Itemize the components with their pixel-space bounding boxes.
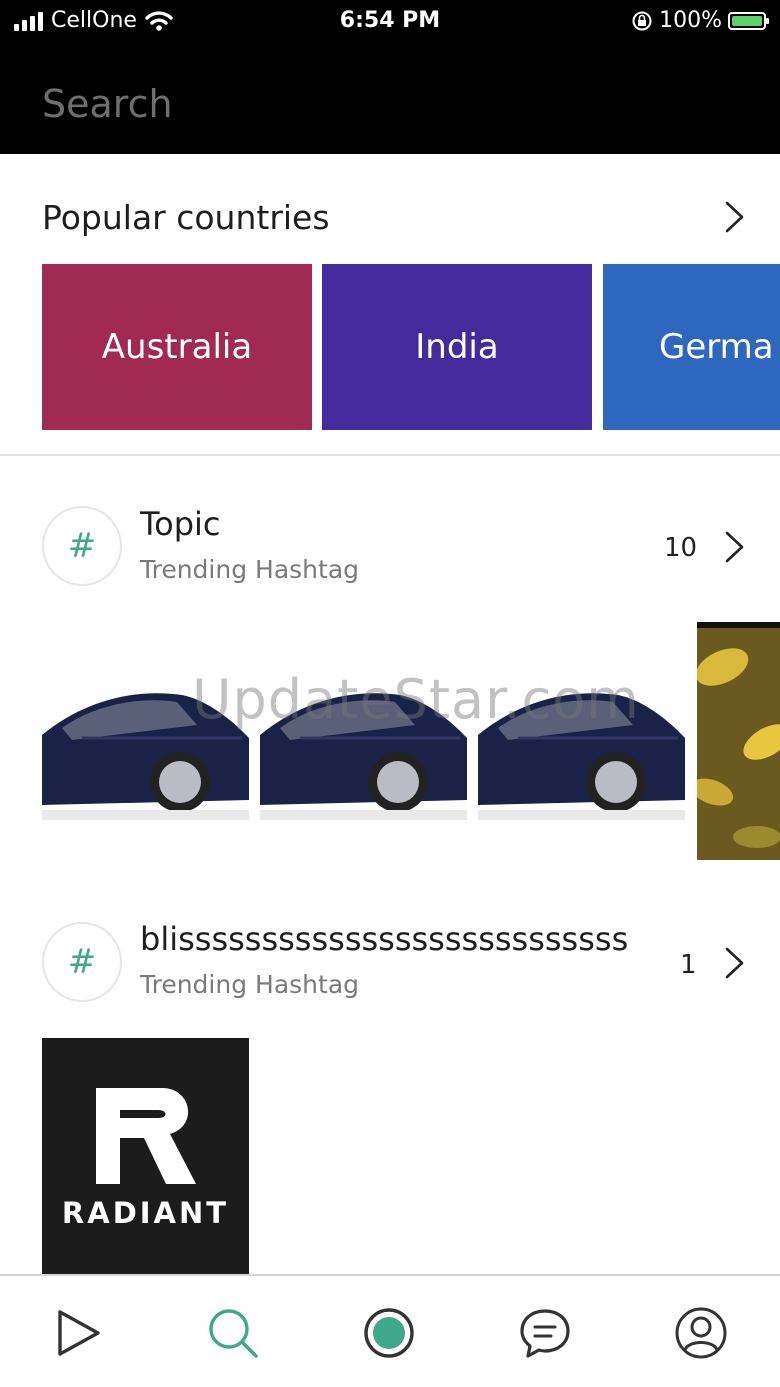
popular-countries-title: Popular countries xyxy=(42,198,330,237)
chat-icon[interactable] xyxy=(518,1306,572,1360)
radiant-logo-r xyxy=(96,1088,196,1184)
radiant-logo-text: RADIANT xyxy=(61,1196,230,1230)
record-icon[interactable] xyxy=(362,1306,416,1360)
hashtag-count: 1 xyxy=(680,950,697,980)
country-name: India xyxy=(415,327,499,367)
search-header: Search xyxy=(0,44,780,154)
battery-charging-icon xyxy=(728,11,769,30)
search-input[interactable]: Search xyxy=(42,82,173,126)
hashtag-name[interactable]: blisssssssssssssssssssssssssss xyxy=(140,920,628,958)
watermark-text: UpdateStar.com xyxy=(192,668,640,731)
radiant-logo-thumbnail[interactable]: RADIANT xyxy=(42,1038,249,1274)
leaves-thumbnail[interactable] xyxy=(697,622,780,860)
hashtag-icon: # xyxy=(42,506,122,586)
country-tile-india[interactable]: India xyxy=(322,264,592,430)
country-name: Australia xyxy=(101,327,253,367)
search-icon[interactable] xyxy=(206,1306,260,1360)
hashtag-name[interactable]: Topic xyxy=(140,505,220,543)
tab-bar xyxy=(0,1274,780,1387)
hashtag-count: 10 xyxy=(664,533,698,563)
battery-percent: 100% xyxy=(659,8,722,33)
country-tile-germany[interactable]: Germa xyxy=(603,264,780,430)
play-icon[interactable] xyxy=(52,1306,106,1360)
hashtag-chevron-right-icon[interactable] xyxy=(724,530,746,564)
orientation-lock-icon xyxy=(632,11,652,30)
profile-icon[interactable] xyxy=(674,1306,728,1360)
popular-countries-chevron-right-icon[interactable] xyxy=(724,200,746,234)
country-tile-australia[interactable]: Australia xyxy=(42,264,312,430)
hashtag-subtitle: Trending Hashtag xyxy=(140,970,360,999)
leaves-image xyxy=(697,622,780,860)
country-name: Germa xyxy=(659,327,774,367)
hashtag-chevron-right-icon[interactable] xyxy=(724,946,746,980)
section-divider xyxy=(0,454,780,456)
status-bar: CellOne 6:54 PM 100% xyxy=(0,0,780,44)
hashtag-subtitle: Trending Hashtag xyxy=(140,555,360,584)
hashtag-icon: # xyxy=(42,922,122,1002)
